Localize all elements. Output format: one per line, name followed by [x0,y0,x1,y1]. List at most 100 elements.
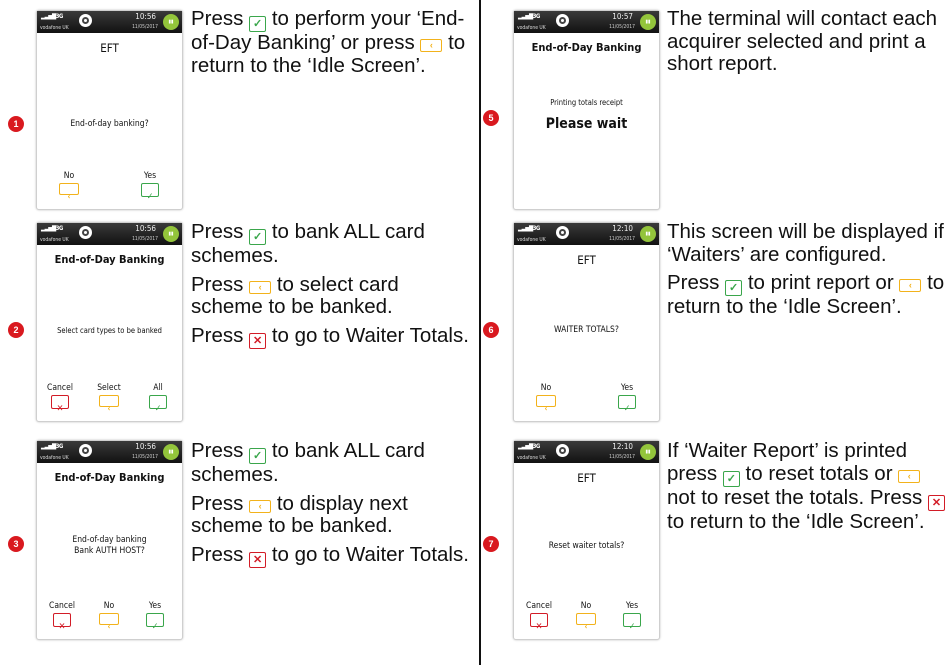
back-key-icon: ‹ [59,183,79,201]
check-key-icon: ✓ [149,395,167,414]
operator-label: vodafone UK [517,455,546,461]
check-key-icon: ✓ [249,16,267,32]
battery-icon: ▮▮ [640,14,656,30]
status-bar: ▂▃▅▇3G vodafone UK 10:56 11/05/2017 ▮▮ [37,223,182,245]
clock-time: 10:56 [135,12,156,21]
signal-icon: ▂▃▅▇3G [41,13,63,20]
cancel-key-icon: ✕ [53,613,71,632]
yes-key[interactable]: Yes ✓ [617,601,647,633]
logo-icon [556,14,569,27]
terminal-screen-bank-host: ▂▃▅▇3G vodafone UK 10:56 11/05/2017 ▮▮ E… [36,440,183,640]
no-key[interactable]: No ‹ [54,171,84,203]
logo-icon [79,14,92,27]
back-key-icon: ‹ [99,395,119,413]
clock-time: 10:56 [135,224,156,233]
all-key-label: All [153,383,163,393]
back-key-icon: ‹ [536,395,556,413]
signal-icon: ▂▃▅▇3G [518,225,540,232]
yes-key[interactable]: Yes ✓ [135,171,165,203]
check-key-icon: ✓ [623,613,641,632]
screen-message-line-1: End-of-day banking [72,535,147,545]
no-key[interactable]: No ‹ [531,383,561,415]
step-2-description: Press ✓ to bank ALL card schemes. Press … [191,220,476,355]
desc-text: Press [667,271,720,294]
cancel-key[interactable]: Cancel ✕ [45,383,75,415]
battery-icon: ▮▮ [640,444,656,460]
no-key[interactable]: No ‹ [94,601,124,633]
no-key[interactable]: No ‹ [571,601,601,633]
battery-icon: ▮▮ [640,226,656,242]
cancel-key[interactable]: Cancel ✕ [524,601,554,633]
screen-message: Select card types to be banked [57,326,162,335]
check-key-icon: ✓ [722,470,740,487]
terminal-screen-eft: ▂▃▅▇3G vodafone UK 10:56 11/05/2017 ▮▮ E… [36,10,183,210]
step-3-description: Press ✓ to bank ALL card schemes. Press … [191,439,476,574]
back-key-icon: ‹ [576,613,596,631]
screen-message: WAITER TOTALS? [554,325,619,335]
step-badge-2: 2 [8,322,24,338]
battery-icon: ▮▮ [163,444,179,460]
step-badge-6: 6 [483,322,499,338]
signal-icon: ▂▃▅▇3G [518,13,540,20]
cancel-key[interactable]: Cancel ✕ [47,601,77,633]
select-key[interactable]: Select ‹ [94,383,124,415]
logo-icon [79,444,92,457]
back-key-icon: ‹ [420,39,443,52]
step-badge-3: 3 [8,536,24,552]
desc-text: not to reset the totals. Press [667,485,923,509]
operator-label: vodafone UK [517,237,546,243]
please-wait-text: Please wait [545,116,628,132]
desc-text: to reset totals or [745,461,893,485]
yes-key[interactable]: Yes ✓ [140,601,170,633]
cancel-key-icon: ✕ [249,332,267,349]
terminal-screen-printing: ▂▃▅▇3G vodafone UK 10:57 11/05/2017 ▮▮ E… [513,10,660,210]
desc-text: to go to Waiter Totals. [271,542,469,566]
cancel-key-label: Cancel [526,601,552,611]
cancel-key-icon: ✕ [530,613,548,632]
check-key-icon: ✓ [249,229,267,245]
back-key-icon: ‹ [898,469,921,483]
yes-key-label: Yes [148,601,162,611]
clock-date: 11/05/2017 [132,236,158,242]
step-badge-7: 7 [483,536,499,552]
terminal-screen-waiter-totals: ▂▃▅▇3G vodafone UK 12:10 11/05/2017 ▮▮ E… [513,222,660,422]
check-key-icon: ✓ [725,280,743,296]
cancel-key-icon: ✕ [51,395,69,414]
all-key[interactable]: All ✓ [143,383,173,415]
screen-title: End-of-Day Banking [531,41,642,54]
status-bar: ▂▃▅▇3G vodafone UK 10:57 11/05/2017 ▮▮ [514,11,659,33]
clock-time: 10:56 [135,442,156,451]
column-divider [479,0,481,665]
no-key-label: No [63,171,75,181]
yes-key-label: Yes [625,601,639,611]
screen-message: Printing totals receipt [550,98,623,107]
signal-icon: ▂▃▅▇3G [41,225,63,232]
battery-icon: ▮▮ [163,226,179,242]
signal-icon: ▂▃▅▇3G [518,443,540,450]
no-key-label: No [103,601,115,611]
logo-icon [556,444,569,457]
screen-title: EFT [577,471,596,485]
step-1-description: Press ✓ to perform your ‘End-of-Day Bank… [191,7,471,83]
step-badge-5: 5 [483,110,499,126]
back-key-icon: ‹ [899,279,922,292]
step-5-description: The terminal will contact each acquirer … [667,7,947,82]
operator-label: vodafone UK [517,25,546,31]
clock-date: 11/05/2017 [132,24,158,30]
no-key-label: No [580,601,592,611]
desc-text: The terminal will contact each acquirer … [667,7,938,75]
screen-message: Reset waiter totals? [548,541,625,551]
desc-text: Press [191,220,244,243]
check-key-icon: ✓ [249,448,267,464]
yes-key[interactable]: Yes ✓ [612,383,642,415]
screen-title: End-of-Day Banking [54,253,165,266]
step-badge-1: 1 [8,116,24,132]
no-key-label: No [540,383,552,393]
select-key-label: Select [97,383,121,393]
clock-date: 11/05/2017 [609,454,635,460]
clock-time: 12:10 [612,224,633,233]
battery-icon: ▮▮ [163,14,179,30]
desc-text: Press [191,323,244,347]
back-key-icon: ‹ [249,280,272,294]
cancel-key-icon: ✕ [249,551,267,568]
